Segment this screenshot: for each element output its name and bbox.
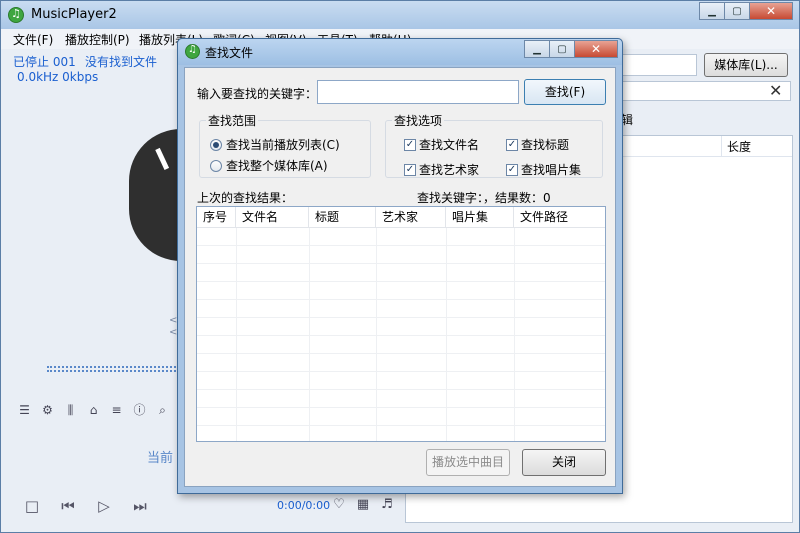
- dialog-caption-buttons: ▁ ▢ ✕: [524, 40, 618, 58]
- play-selected-button[interactable]: 播放选中曲目: [426, 449, 510, 476]
- maximize-icon[interactable]: ▢: [549, 40, 575, 58]
- column-length[interactable]: 长度: [727, 138, 751, 155]
- favorite-icon[interactable]: ♡: [331, 497, 347, 513]
- previous-icon[interactable]: ⏮: [57, 497, 79, 515]
- check-find-album[interactable]: ✓ 查找唱片集: [506, 161, 581, 178]
- checkbox[interactable]: ✓: [404, 138, 416, 151]
- time-display: 0:00/0:00: [277, 499, 331, 512]
- file-status: 没有找到文件: [85, 55, 158, 69]
- media-library-button[interactable]: 媒体库(L)...: [704, 53, 788, 77]
- column-artist[interactable]: 艺术家: [376, 207, 446, 228]
- info-icon[interactable]: ⓘ: [132, 403, 147, 418]
- dialog-body: 输入要查找的关键字： 查找(F) 查找范围 查找当前播放列表(C) 查找整个媒体…: [184, 67, 616, 487]
- play-icon[interactable]: ▷: [93, 497, 115, 515]
- check-find-filename[interactable]: ✓ 查找文件名: [404, 136, 479, 153]
- album-cover: [129, 129, 181, 261]
- column-divider: [446, 228, 447, 441]
- audio-info: 0.0kHz 0kbps: [17, 70, 99, 84]
- dialog-titlebar[interactable]: 查找文件 ▁ ▢ ✕: [178, 39, 622, 65]
- check-find-title[interactable]: ✓ 查找标题: [506, 136, 569, 153]
- checkbox[interactable]: ✓: [506, 138, 518, 151]
- search-icon[interactable]: ⌕: [155, 403, 170, 418]
- current-playing-label: 当前: [147, 451, 174, 466]
- tool-icons: ☰ ⚙ ⫼ ⌂ ≡ ⓘ ⌕: [17, 403, 170, 418]
- column-divider: [514, 228, 515, 441]
- close-icon[interactable]: ✕: [574, 40, 618, 58]
- results-table[interactable]: 序号 文件名 标题 艺术家 唱片集 文件路径: [196, 206, 606, 442]
- scope-groupbox: 查找范围 查找当前播放列表(C) 查找整个媒体库(A): [199, 112, 371, 178]
- radio-button[interactable]: [210, 159, 222, 172]
- scope-group-title: 查找范围: [206, 112, 259, 129]
- checkbox-label: 查找文件名: [419, 138, 480, 152]
- radio-label: 查找整个媒体库(A): [226, 159, 328, 173]
- minimize-icon[interactable]: ▁: [524, 40, 550, 58]
- radio-label: 查找当前播放列表(C): [226, 138, 340, 152]
- playlist-column-divider: [721, 136, 722, 156]
- column-filename[interactable]: 文件名: [236, 207, 309, 228]
- menu-file[interactable]: 文件(F): [13, 31, 53, 48]
- radio-button[interactable]: [210, 138, 222, 151]
- find-button[interactable]: 查找(F): [524, 79, 606, 105]
- next-icon[interactable]: ⏭: [129, 497, 151, 515]
- options-groupbox: 查找选项 ✓ 查找文件名 ✓ 查找标题 ✓ 查找艺术家 ✓ 查找唱片集: [385, 112, 603, 178]
- lyrics-icon[interactable]: ♬: [379, 497, 395, 513]
- equalizer-icon[interactable]: ⫼: [63, 403, 78, 418]
- column-divider: [376, 228, 377, 441]
- keyword-label: 输入要查找的关键字：: [197, 87, 318, 101]
- gear-icon[interactable]: ⚙: [40, 403, 55, 418]
- main-caption-buttons: ▁ ▢ ✕: [699, 2, 793, 20]
- minimize-icon[interactable]: ▁: [699, 2, 725, 20]
- playlist-icon[interactable]: ☰: [17, 403, 32, 418]
- column-album[interactable]: 唱片集: [446, 207, 514, 228]
- close-icon[interactable]: ✕: [749, 2, 793, 20]
- menu-playback[interactable]: 播放控制(P): [65, 31, 130, 48]
- column-index[interactable]: 序号: [197, 207, 236, 228]
- radio-current-playlist[interactable]: 查找当前播放列表(C): [210, 136, 340, 153]
- checkbox-label: 查找艺术家: [419, 163, 480, 177]
- playback-controls: □ ⏮ ▷ ⏭: [21, 497, 151, 515]
- checkbox-label: 查找唱片集: [521, 163, 582, 177]
- column-title[interactable]: 标题: [309, 207, 376, 228]
- find-file-dialog: 查找文件 ▁ ▢ ✕ 输入要查找的关键字： 查找(F) 查找范围 查找当前播放列…: [177, 38, 623, 494]
- play-status: 已停止 001: [13, 55, 76, 69]
- clear-icon[interactable]: ✕: [769, 81, 782, 100]
- checkbox[interactable]: ✓: [506, 163, 518, 176]
- maximize-icon[interactable]: ▢: [724, 2, 750, 20]
- app-icon: [8, 7, 24, 23]
- grid-icon[interactable]: ▦: [355, 497, 371, 513]
- bottom-icons: ♡ ▦ ♬: [331, 497, 395, 513]
- checkbox[interactable]: ✓: [404, 163, 416, 176]
- main-title: MusicPlayer2: [31, 7, 117, 22]
- checkbox-label: 查找标题: [521, 138, 570, 152]
- close-button[interactable]: 关闭: [522, 449, 606, 476]
- app-icon: [185, 44, 200, 59]
- column-filepath[interactable]: 文件路径: [514, 207, 605, 228]
- spectrum-visualizer: [47, 366, 179, 372]
- menu-icon[interactable]: ≡: [109, 403, 124, 418]
- check-find-artist[interactable]: ✓ 查找艺术家: [404, 161, 479, 178]
- dialog-title: 查找文件: [205, 46, 254, 60]
- skin-icon[interactable]: ⌂: [86, 403, 101, 418]
- column-divider: [236, 228, 237, 441]
- radio-whole-library[interactable]: 查找整个媒体库(A): [210, 157, 328, 174]
- keyword-input[interactable]: [317, 80, 519, 104]
- last-results-label: 上次的查找结果：: [197, 191, 294, 205]
- results-table-body[interactable]: [197, 228, 605, 441]
- main-titlebar[interactable]: MusicPlayer2 ▁ ▢ ✕: [1, 1, 799, 29]
- column-divider: [309, 228, 310, 441]
- results-summary: 查找关键字：，结果数：0: [417, 191, 551, 205]
- stop-icon[interactable]: □: [21, 497, 43, 515]
- options-group-title: 查找选项: [392, 112, 445, 129]
- results-table-header: 序号 文件名 标题 艺术家 唱片集 文件路径: [197, 207, 605, 228]
